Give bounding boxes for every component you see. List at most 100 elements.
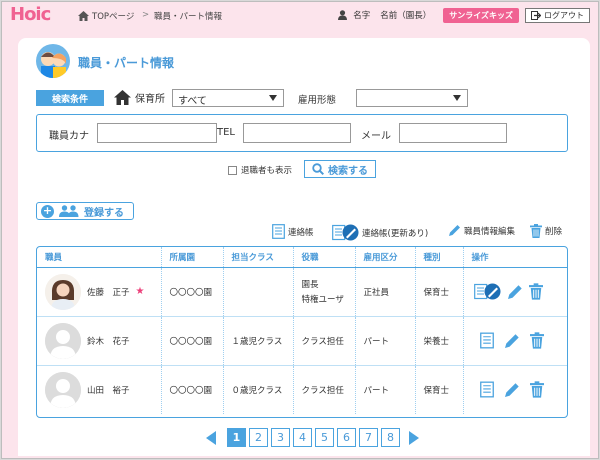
column-header: 所属園 [161,247,224,268]
chevron-down-icon [453,95,461,101]
logout-label: ログアウト [544,10,584,20]
column-header: 雇用区分 [355,247,416,268]
staff-name[interactable]: 山田 裕子 [87,384,130,396]
trash-icon[interactable] [528,283,543,300]
page-link-7[interactable]: 7 [359,428,378,447]
kana-label: 職員カナ [49,131,89,142]
legend-edit: 職員情報編集 [448,224,515,237]
breadcrumb-separator: > [142,10,150,20]
page-link-1[interactable]: 1 [227,428,246,447]
star-icon: ★ [135,286,145,297]
next-page-icon[interactable] [409,430,419,445]
nursery-cell: 〇〇〇〇園 [161,316,224,366]
page-link-3[interactable]: 3 [271,428,290,447]
column-header: 役職 [293,247,356,268]
type-cell: 栄養士 [415,316,464,366]
pencil-icon[interactable] [504,382,520,398]
employment-cell: パート [355,316,416,366]
staff-name[interactable]: 鈴木 花子 [87,335,130,347]
facility-badge[interactable]: サンライズキッズ [443,7,519,23]
kana-input[interactable] [97,123,217,143]
table-row: 佐藤 正子 ★ 〇〇〇〇園 園長 特権ユーザ 正社員 保育士 [37,267,567,317]
register-button[interactable]: + 登録する [36,202,134,220]
staff-name[interactable]: 佐藤 正子 [87,286,130,298]
page-link-5[interactable]: 5 [315,428,334,447]
nursery-cell: 〇〇〇〇園 [161,365,224,414]
search-button[interactable]: 検索する [304,160,376,178]
role-secondary: 特権ユーザ [301,295,344,305]
table-header-row: 職員 所属園 担当クラス 役職 雇用区分 種別 操作 [37,247,567,268]
chevron-down-icon [269,95,277,101]
legend-notebook-updated-label: 連絡帳(更新あり) [362,228,429,239]
legend-delete: 削除 [530,224,562,238]
notebook-icon [272,224,285,239]
notebook-icon[interactable] [479,332,494,349]
legend-delete-label: 削除 [545,227,563,237]
app-logo[interactable]: Hoic [10,4,51,25]
column-header: 担当クラス [223,247,294,268]
nursery-label: 保育所 [135,94,165,105]
column-header: 種別 [415,247,464,268]
breadcrumb-home[interactable]: TOPページ [78,10,134,22]
user-icon [338,10,348,20]
mail-label: メール [361,131,391,142]
employment-cell: 正社員 [355,267,416,317]
page-title: 職員・パート情報 [78,56,175,70]
retired-checkbox[interactable] [228,165,237,175]
trash-icon[interactable] [529,381,544,398]
mail-input[interactable] [399,123,507,143]
retired-toggle[interactable]: 退職者も表示 [228,164,292,176]
trash-icon[interactable] [529,332,544,349]
breadcrumb-home-label: TOPページ [92,12,135,22]
column-header: 操作 [463,247,567,268]
page-avatar [36,44,70,78]
notebook-updated-icon[interactable] [473,283,501,300]
type-cell: 保育士 [415,267,464,317]
notebook-icon[interactable] [479,381,494,398]
page-link-4[interactable]: 4 [293,428,312,447]
role-cell: 園長 特権ユーザ [293,267,356,317]
tel-label: TEL [217,127,235,138]
user-name: 名前（園長） [380,11,432,21]
class-cell: １歳児クラス [223,316,294,366]
legend-notebook-label: 連絡帳 [288,227,314,238]
role-primary: 園長 [301,280,319,290]
search-button-label: 検索する [328,165,368,177]
role-cell: クラス担任 [293,316,356,366]
prev-page-icon[interactable] [206,430,216,445]
breadcrumb-current: 職員・パート情報 [154,12,223,22]
staff-table: 職員 所属園 担当クラス 役職 雇用区分 種別 操作 佐藤 正子 ★ 〇〇〇〇園… [36,246,568,418]
filter-box: 職員カナ TEL メール [36,114,568,152]
user-label: 名字 [353,11,371,21]
class-cell [223,267,294,317]
pagination: 1 2 3 4 5 6 7 8 [206,428,419,447]
column-header: 職員 [37,247,162,268]
app-frame: Hoic TOPページ > 職員・パート情報 名字 名前（園長） サンライズキッ… [1,1,599,459]
retired-label: 退職者も表示 [241,166,293,176]
logout-button[interactable]: ログアウト [525,7,590,23]
nursery-select-value: すべて [178,96,207,107]
user-area: 名字 名前（園長） サンライズキッズ ログアウト [338,7,590,23]
staff-photo [45,273,81,310]
page-link-6[interactable]: 6 [337,428,356,447]
legend-notebook: 連絡帳 [272,224,314,239]
search-conditions-label: 検索条件 [36,90,104,106]
home-icon [78,11,89,21]
pencil-icon[interactable] [504,333,520,349]
page-link-2[interactable]: 2 [249,428,268,447]
legend-notebook-updated: 連絡帳(更新あり) [332,224,428,241]
plus-icon: + [41,203,54,218]
notebook-updated-icon [332,224,359,241]
pencil-icon [449,225,460,236]
tel-input[interactable] [243,123,351,143]
pencil-icon[interactable] [507,284,523,300]
role-cell: クラス担任 [293,365,356,414]
staff-photo-placeholder [45,322,81,359]
table-row: 鈴木 花子 〇〇〇〇園 １歳児クラス クラス担任 パート 栄養士 [37,316,567,366]
nursery-label-group: 保育所 [114,90,165,105]
top-bar: Hoic TOPページ > 職員・パート情報 名字 名前（園長） サンライズキッ… [2,2,598,28]
page-link-8[interactable]: 8 [381,428,400,447]
nursery-select[interactable]: すべて [172,89,284,107]
trash-icon [530,224,542,238]
employment-select[interactable] [356,89,468,107]
